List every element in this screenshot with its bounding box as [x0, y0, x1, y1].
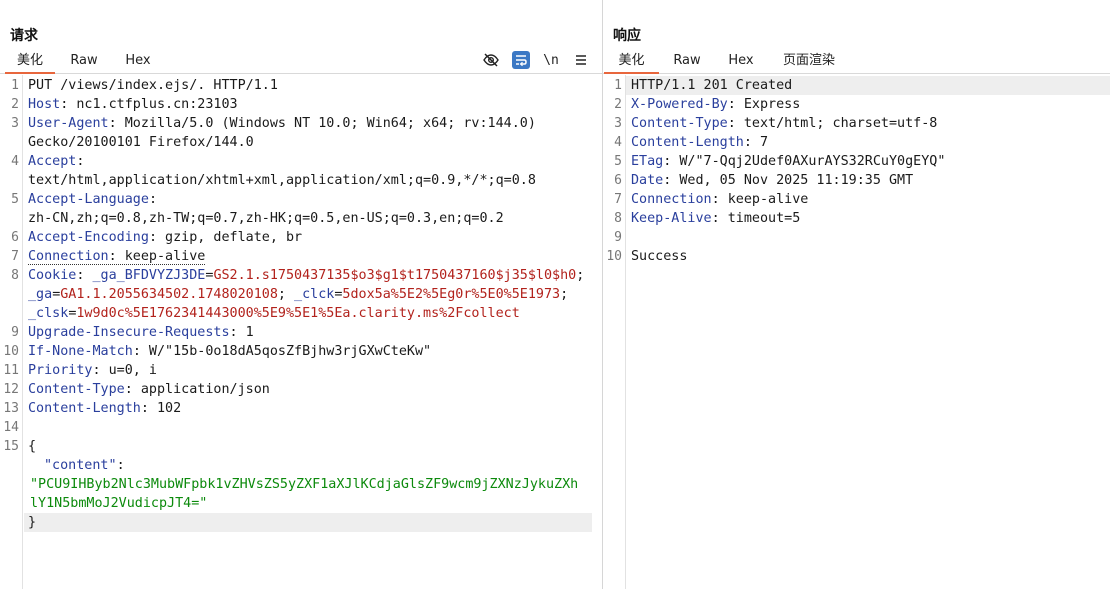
- line-number: 3: [11, 116, 19, 131]
- request-title: 请求: [10, 28, 38, 44]
- line-number: 3: [614, 116, 622, 131]
- line-number: 15: [3, 439, 19, 454]
- line-number: 13: [3, 401, 19, 416]
- request-tab-raw[interactable]: Raw: [62, 50, 106, 74]
- request-line: Content-Length: 102: [28, 401, 182, 416]
- response-pane: 响应 美化 Raw Hex 页面渲染 1 2 3 4 5 6 7 8 9 10 …: [603, 0, 1110, 589]
- line-number: 14: [3, 420, 19, 435]
- request-line: Content-Type: application/json: [28, 382, 270, 397]
- json-brace-open: {: [28, 439, 37, 454]
- request-line-cookie: Cookie: _ga_BFDVYZJ3DE=GS2.1.s1750437135…: [28, 268, 593, 283]
- response-body: Success: [631, 249, 688, 264]
- response-editor[interactable]: 1 2 3 4 5 6 7 8 9 10 HTTP/1.1 201 Create…: [603, 75, 1110, 589]
- line-number: 7: [614, 192, 622, 207]
- request-line: If-None-Match: W/"15b-0o18dA5qosZfBjhw3r…: [28, 344, 432, 359]
- line-number: 2: [614, 97, 622, 112]
- line-number: 4: [614, 135, 622, 150]
- line-number: 8: [614, 211, 622, 226]
- response-tab-pretty[interactable]: 美化: [604, 50, 659, 74]
- response-tabs: 美化 Raw Hex 页面渲染: [603, 50, 1110, 74]
- line-number: 4: [11, 154, 19, 169]
- json-value-line: "PCU9IHByb2Nlc3MubWFpbk1vZHVsZS5yZXF1aXJ…: [30, 477, 579, 492]
- request-line-wrap: Gecko/20100101 Firefox/144.0: [28, 135, 254, 150]
- response-line: Content-Length: 7: [631, 135, 769, 150]
- request-line: User-Agent: Mozilla/5.0 (Windows NT 10.0…: [28, 116, 536, 131]
- line-number: 8: [11, 268, 19, 283]
- response-tab-raw[interactable]: Raw: [665, 50, 709, 74]
- response-title: 响应: [613, 28, 641, 44]
- request-line-cookie: _ga=GA1.1.2055634502.1748020108; _clck=5…: [28, 287, 577, 302]
- response-line: ETag: W/"7-Qqj2Udef0AXurAYS32RCuY0gEYQ": [631, 154, 946, 169]
- gutter-divider: [625, 75, 626, 589]
- response-line: X-Powered-By: Express: [631, 97, 801, 112]
- request-line-wrap: text/html,application/xhtml+xml,applicat…: [28, 173, 536, 188]
- line-number: 6: [11, 230, 19, 245]
- line-number: 2: [11, 97, 19, 112]
- gutter-divider: [22, 75, 23, 589]
- json-key-line: "content":: [44, 458, 125, 473]
- json-brace-close: }: [24, 513, 592, 532]
- line-number: 12: [3, 382, 19, 397]
- line-number: 7: [11, 249, 19, 264]
- line-number: 1: [11, 78, 19, 93]
- response-line: Date: Wed, 05 Nov 2025 11:19:35 GMT: [631, 173, 914, 188]
- line-number: 11: [3, 363, 19, 378]
- request-tab-hex[interactable]: Hex: [116, 50, 160, 74]
- request-line: Connection: keep-alive: [28, 249, 206, 265]
- wrap-lines-icon[interactable]: [512, 51, 530, 69]
- request-line: Accept-Encoding: gzip, deflate, br: [28, 230, 303, 245]
- response-status-line: HTTP/1.1 201 Created: [631, 78, 793, 93]
- request-pane: 请求 美化 Raw Hex \n 1 2 3 4 5 6 7 8 9 10 11…: [0, 0, 602, 589]
- line-number: 10: [3, 344, 19, 359]
- request-line: Host: nc1.ctfplus.cn:23103: [28, 97, 238, 112]
- response-line: Content-Type: text/html; charset=utf-8: [631, 116, 938, 131]
- menu-icon[interactable]: [572, 51, 590, 69]
- response-tab-render[interactable]: 页面渲染: [777, 50, 841, 74]
- line-number: 9: [614, 230, 622, 245]
- request-editor[interactable]: 1 2 3 4 5 6 7 8 9 10 11 12 13 14 15 PUT …: [0, 75, 602, 589]
- request-tab-pretty[interactable]: 美化: [5, 50, 55, 74]
- line-number: 9: [11, 325, 19, 340]
- request-line: Accept:: [28, 154, 85, 169]
- request-line-wrap: zh-CN,zh;q=0.8,zh-TW;q=0.7,zh-HK;q=0.5,e…: [28, 211, 504, 226]
- request-toolbar: \n: [482, 49, 590, 71]
- line-number: 5: [614, 154, 622, 169]
- response-line: Keep-Alive: timeout=5: [631, 211, 801, 226]
- hide-icon[interactable]: [482, 51, 500, 69]
- request-line: Priority: u=0, i: [28, 363, 157, 378]
- request-line: Accept-Language:: [28, 192, 157, 207]
- request-line: Upgrade-Insecure-Requests: 1: [28, 325, 254, 340]
- line-number: 6: [614, 173, 622, 188]
- line-number: 1: [614, 78, 622, 93]
- json-value-line: lY1N5bmMoJ2VudicpJT4=": [30, 496, 208, 511]
- line-number: 10: [606, 249, 622, 264]
- newline-toggle[interactable]: \n: [542, 51, 560, 69]
- line-number: 5: [11, 192, 19, 207]
- request-line: PUT /views/index.ejs/. HTTP/1.1: [28, 78, 278, 93]
- response-tab-hex[interactable]: Hex: [719, 50, 763, 74]
- request-line-cookie: _clsk=1w9d0c%5E1762341443000%5E9%5E1%5Ea…: [28, 306, 520, 321]
- response-line: Connection: keep-alive: [631, 192, 809, 207]
